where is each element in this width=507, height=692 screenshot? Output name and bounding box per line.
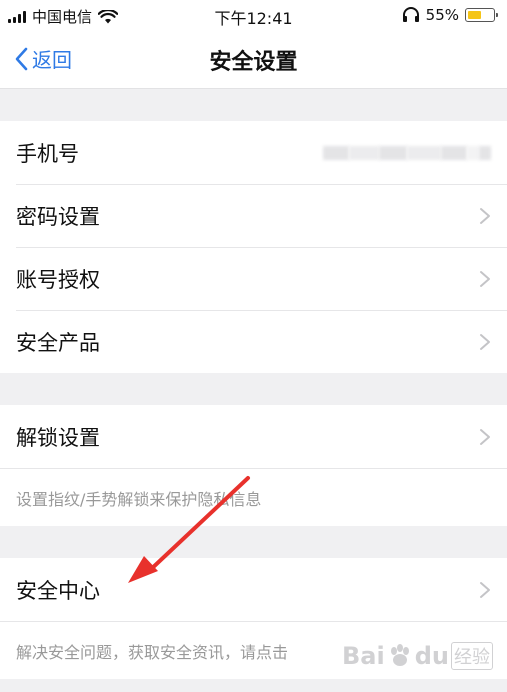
row-label: 密码设置 bbox=[16, 204, 100, 229]
row-label: 安全产品 bbox=[16, 330, 100, 355]
chevron-right-icon bbox=[480, 581, 490, 598]
row-account-authorization[interactable]: 账号授权 bbox=[0, 247, 507, 310]
section-gap bbox=[0, 526, 507, 558]
chevron-right-icon bbox=[480, 428, 490, 445]
watermark-brand-suffix: du bbox=[414, 642, 449, 670]
row-password-settings[interactable]: 密码设置 bbox=[0, 184, 507, 247]
watermark: Bai du 经验 bbox=[342, 642, 493, 670]
chevron-right-icon bbox=[480, 270, 490, 287]
row-label: 安全中心 bbox=[16, 578, 100, 603]
page-title: 安全设置 bbox=[209, 50, 298, 75]
row-security-products[interactable]: 安全产品 bbox=[0, 310, 507, 373]
section-gap bbox=[0, 89, 507, 121]
unlock-description: 设置指纹/手势解锁来保护隐私信息 bbox=[0, 468, 507, 526]
row-unlock-settings[interactable]: 解锁设置 bbox=[0, 405, 507, 468]
watermark-brand: Bai bbox=[342, 642, 385, 670]
paw-icon bbox=[390, 644, 409, 666]
status-bar: 中国电信 下午12:41 55% bbox=[0, 0, 507, 30]
watermark-jingyan: 经验 bbox=[451, 642, 493, 670]
unlock-section: 解锁设置 设置指纹/手势解锁来保护隐私信息 bbox=[0, 405, 507, 526]
masked-phone-value bbox=[323, 145, 491, 160]
account-section: 手机号 密码设置 账号授权 安全产品 bbox=[0, 121, 507, 373]
section-gap bbox=[0, 373, 507, 405]
chevron-right-icon bbox=[480, 333, 490, 350]
status-right: 55% bbox=[402, 6, 498, 24]
chevron-right-icon bbox=[480, 207, 490, 224]
row-label: 账号授权 bbox=[16, 267, 100, 292]
battery-percent: 55% bbox=[425, 6, 459, 24]
row-phone-number[interactable]: 手机号 bbox=[0, 121, 507, 184]
battery-icon bbox=[465, 8, 498, 22]
row-security-center[interactable]: 安全中心 bbox=[0, 558, 507, 621]
headphones-icon bbox=[402, 7, 419, 22]
row-label: 手机号 bbox=[16, 141, 79, 166]
row-label: 解锁设置 bbox=[16, 425, 100, 450]
nav-bar: 返回 安全设置 bbox=[0, 30, 507, 89]
